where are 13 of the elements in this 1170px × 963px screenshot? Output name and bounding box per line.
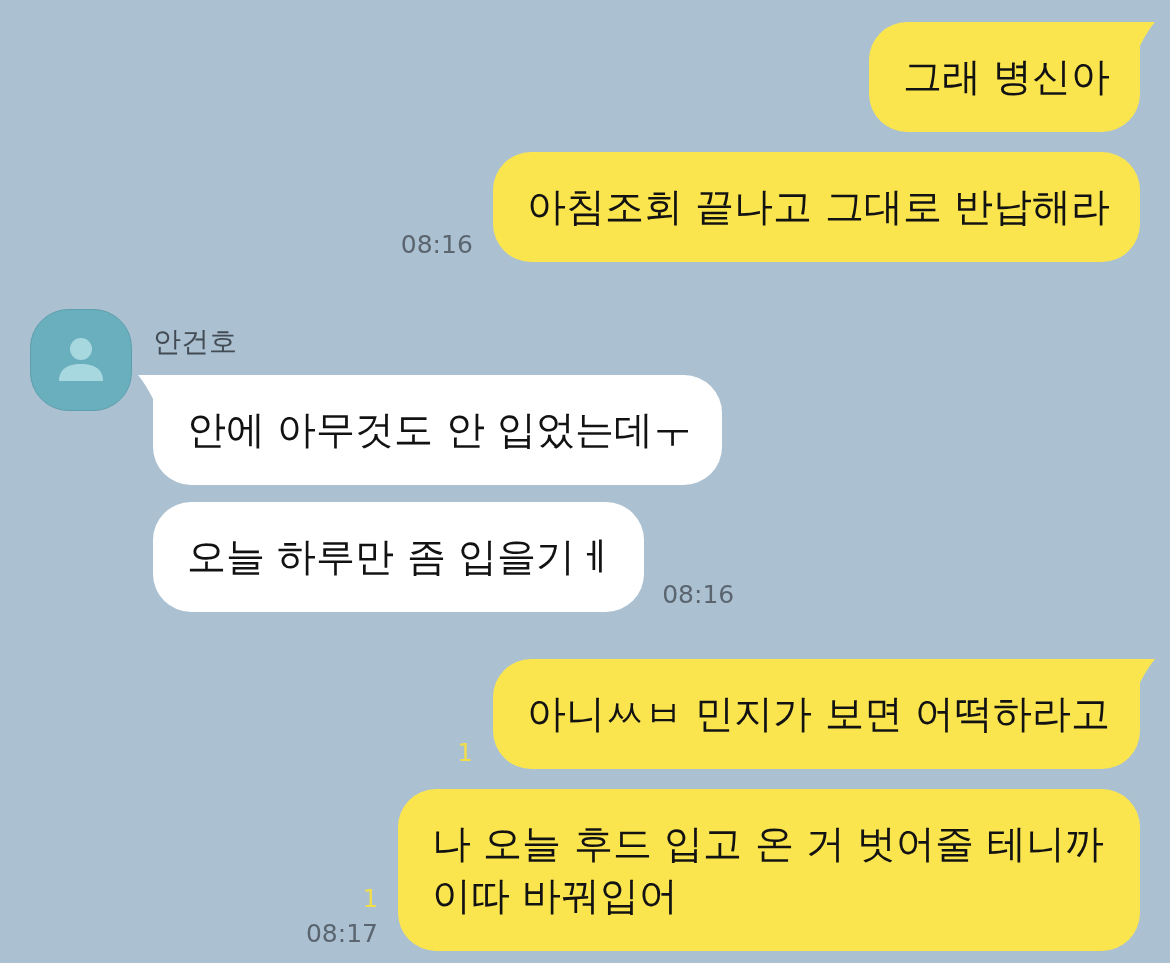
message-bubble: 아침조회 끝나고 그대로 반납해라 bbox=[492, 152, 1140, 262]
timestamp: 08:17 bbox=[305, 919, 378, 949]
message-bubble: 오늘 하루만 좀 입을기ㅔ bbox=[153, 502, 645, 612]
message-bubble: 나 오늘 후드 입고 온 거 벗어줄 테니까 이따 바꿔입어 bbox=[398, 789, 1140, 951]
unread-count: 1 bbox=[362, 885, 378, 913]
speech-tail-icon bbox=[138, 375, 154, 401]
avatar-icon[interactable] bbox=[30, 309, 132, 411]
timestamp: 08:16 bbox=[400, 230, 473, 260]
speech-tail-icon bbox=[1139, 659, 1155, 685]
timestamp: 08:16 bbox=[662, 580, 735, 610]
unread-count: 1 bbox=[457, 739, 473, 767]
sender-name: 안건호 bbox=[153, 324, 237, 360]
speech-tail-icon bbox=[1139, 22, 1155, 48]
